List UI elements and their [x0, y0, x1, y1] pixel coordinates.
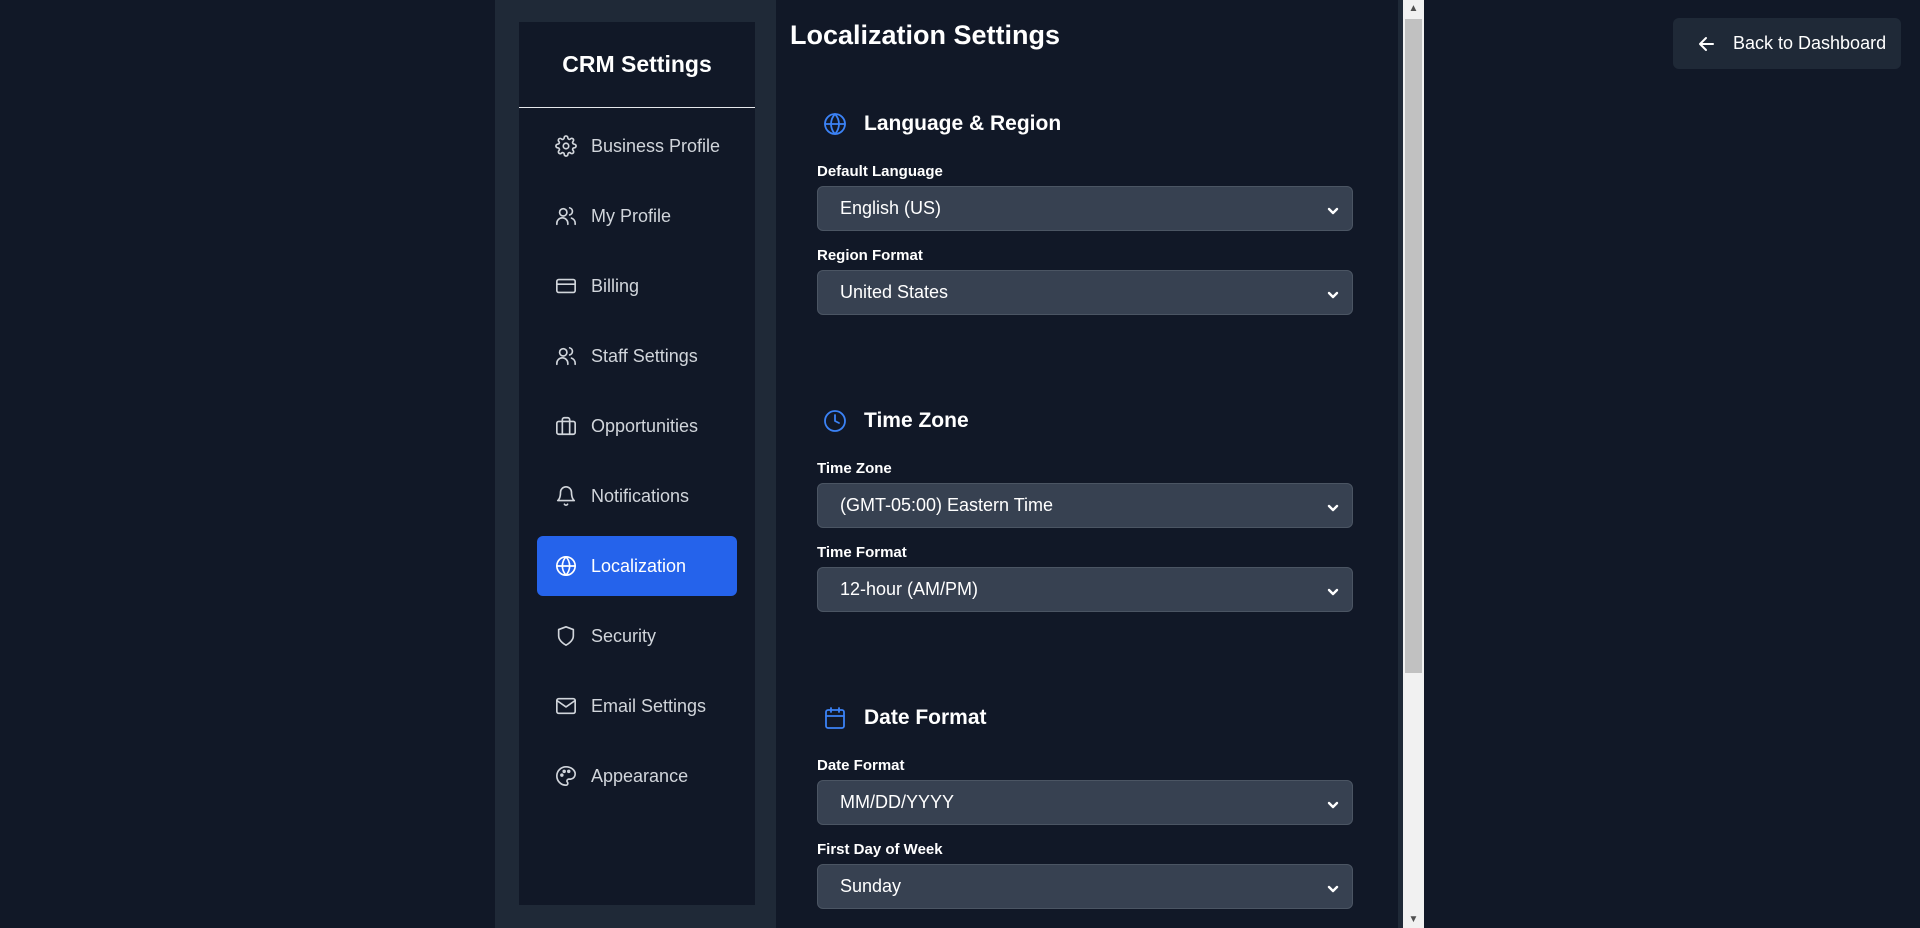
first-day-of-week-select[interactable]: Sunday	[817, 864, 1353, 909]
sidebar-item-label: Email Settings	[591, 695, 707, 716]
date-format-section: Date Format Date Format MM/DD/YYYY First…	[817, 703, 1353, 909]
section-title: Language & Region	[864, 112, 1062, 135]
default-language-select[interactable]: English (US)	[817, 186, 1353, 231]
mail-icon	[555, 695, 577, 717]
chevron-down-icon	[1326, 286, 1340, 300]
sidebar-item-email-settings[interactable]: Email Settings	[537, 676, 737, 736]
select-value: (GMT-05:00) Eastern Time	[840, 495, 1054, 515]
briefcase-icon	[555, 415, 577, 437]
chevron-down-icon	[1326, 796, 1340, 810]
select-value: 12-hour (AM/PM)	[840, 579, 979, 599]
sidebar-item-label: My Profile	[591, 205, 672, 226]
arrow-left-icon	[1697, 34, 1717, 54]
chevron-down-icon	[1326, 880, 1340, 894]
select-value: Sunday	[840, 876, 902, 896]
time-format-select[interactable]: 12-hour (AM/PM)	[817, 567, 1353, 612]
sidebar-item-staff-settings[interactable]: Staff Settings	[537, 326, 737, 386]
sidebar-item-security[interactable]: Security	[537, 606, 737, 666]
sidebar-nav: Business Profile My Profile Billing Staf…	[519, 108, 755, 806]
clock-icon	[823, 409, 847, 433]
field-label: First Day of Week	[817, 841, 943, 858]
language-region-section: Language & Region Default Language Engli…	[817, 109, 1353, 315]
time-zone-section: Time Zone Time Zone (GMT-05:00) Eastern …	[817, 406, 1353, 612]
region-format-select[interactable]: United States	[817, 270, 1353, 315]
sidebar-item-localization[interactable]: Localization	[537, 536, 737, 596]
sidebar-item-billing[interactable]: Billing	[537, 256, 737, 316]
sidebar-item-label: Staff Settings	[591, 345, 698, 366]
sidebar-item-my-profile[interactable]: My Profile	[537, 186, 737, 246]
select-value: MM/DD/YYYY	[840, 792, 955, 812]
sidebar-item-label: Security	[591, 625, 657, 646]
field-label: Time Format	[817, 544, 907, 561]
scroll-up-arrow-icon[interactable]: ▲	[1403, 0, 1424, 17]
sidebar-item-notifications[interactable]: Notifications	[537, 466, 737, 526]
section-header: Time Zone	[817, 406, 1353, 436]
field-label: Region Format	[817, 247, 923, 264]
settings-sidebar: CRM Settings Business Profile My Profile…	[519, 22, 755, 905]
section-title: Date Format	[864, 706, 987, 729]
credit-card-icon	[555, 275, 577, 297]
sidebar-item-opportunities[interactable]: Opportunities	[537, 396, 737, 456]
users-icon	[555, 345, 577, 367]
section-title: Time Zone	[864, 409, 969, 432]
back-to-dashboard-button[interactable]: Back to Dashboard	[1673, 18, 1901, 69]
scroll-down-arrow-icon[interactable]: ▼	[1403, 911, 1424, 928]
page-title: Localization Settings	[790, 20, 1061, 50]
section-header: Language & Region	[817, 109, 1353, 139]
palette-icon	[555, 765, 577, 787]
sidebar-item-label: Opportunities	[591, 415, 699, 436]
sidebar-item-label: Billing	[591, 275, 640, 296]
sidebar-item-label: Notifications	[591, 485, 690, 506]
vertical-scrollbar[interactable]: ▲ ▼	[1403, 0, 1424, 928]
chevron-down-icon	[1326, 583, 1340, 597]
field-label: Default Language	[817, 163, 943, 180]
globe-icon	[555, 555, 577, 577]
select-value: United States	[840, 282, 949, 302]
back-button-label: Back to Dashboard	[1733, 33, 1887, 53]
time-zone-select[interactable]: (GMT-05:00) Eastern Time	[817, 483, 1353, 528]
sidebar-item-business-profile[interactable]: Business Profile	[537, 116, 737, 176]
sidebar-item-appearance[interactable]: Appearance	[537, 746, 737, 806]
sidebar-item-label: Business Profile	[591, 135, 721, 156]
main-content: Localization Settings Language & Region …	[776, 0, 1398, 928]
bell-icon	[555, 485, 577, 507]
sidebar-title: CRM Settings	[519, 22, 755, 108]
date-format-select[interactable]: MM/DD/YYYY	[817, 780, 1353, 825]
scroll-thumb[interactable]	[1405, 19, 1422, 673]
shield-icon	[555, 625, 577, 647]
users-icon	[555, 205, 577, 227]
chevron-down-icon	[1326, 202, 1340, 216]
globe-icon	[823, 112, 847, 136]
select-value: English (US)	[840, 198, 942, 218]
sidebar-item-label: Appearance	[591, 765, 689, 786]
field-label: Time Zone	[817, 460, 892, 477]
settings-frame: CRM Settings Business Profile My Profile…	[495, 0, 1424, 928]
calendar-icon	[823, 706, 847, 730]
field-label: Date Format	[817, 757, 905, 774]
section-header: Date Format	[817, 703, 1353, 733]
gear-icon	[555, 135, 577, 157]
chevron-down-icon	[1326, 499, 1340, 513]
sidebar-item-label: Localization	[591, 555, 687, 576]
